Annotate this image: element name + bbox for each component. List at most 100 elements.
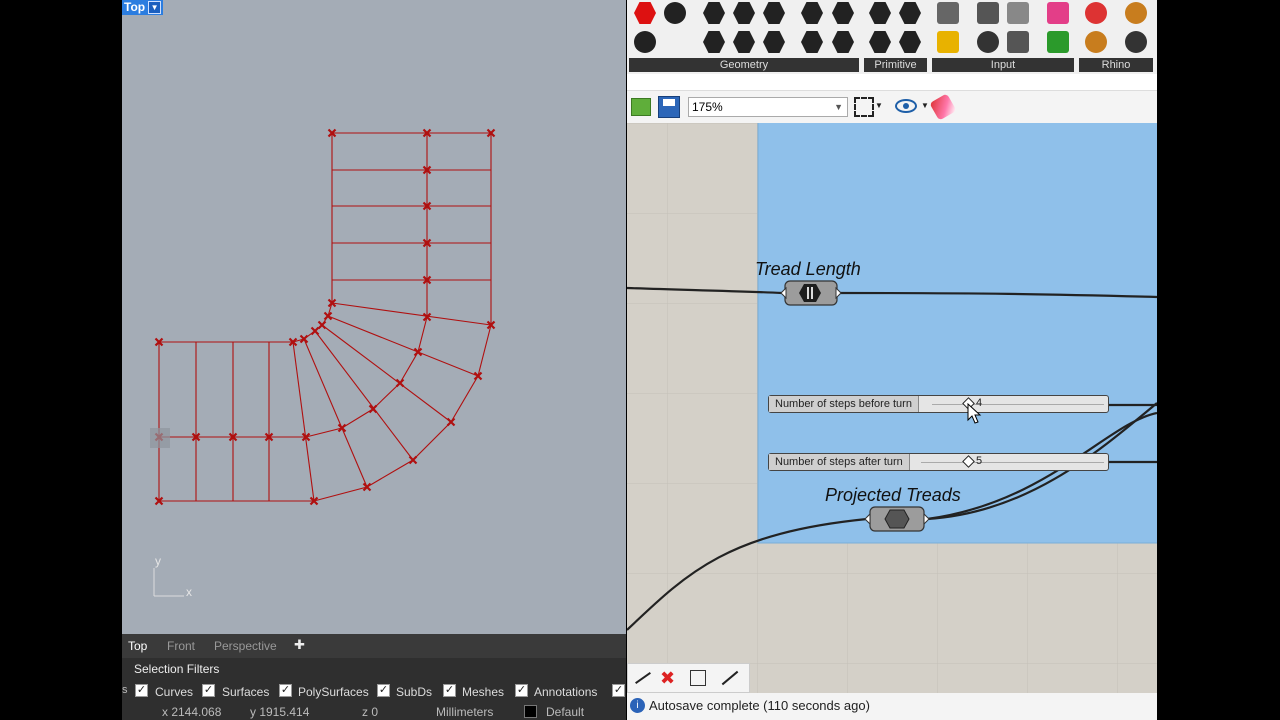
tread-length-component[interactable]	[780, 280, 842, 306]
preview-eye-icon[interactable]	[895, 99, 917, 113]
delete-icon[interactable]: ✖	[660, 668, 675, 688]
rhino-layer-icon[interactable]	[1125, 2, 1147, 24]
tab-top[interactable]: Top	[128, 639, 147, 653]
layer-label[interactable]: Default	[546, 705, 584, 719]
sketch-pen-icon[interactable]	[929, 93, 957, 121]
stair-curves	[158, 132, 492, 502]
info-icon: i	[630, 698, 645, 713]
control-point	[473, 371, 483, 381]
primitive-text-icon[interactable]	[899, 31, 921, 53]
autosave-text: Autosave complete (110 seconds ago)	[649, 698, 870, 713]
status-bar: x 2144.068 y 1915.414 z 0 Millimeters De…	[122, 702, 626, 720]
control-point	[395, 378, 405, 388]
geometry-field-icon[interactable]	[801, 31, 823, 53]
slider-before-label: Number of steps before turn	[769, 396, 919, 412]
geometry-curve-icon[interactable]	[763, 2, 785, 24]
axis-x-label: x	[186, 585, 192, 599]
filter-surfaces-checkbox[interactable]: ✓	[202, 684, 215, 697]
filter-more-checkbox[interactable]: ✓	[612, 684, 625, 697]
viewport-tabs: Top Front Perspective ✚	[122, 634, 626, 658]
control-point	[310, 326, 320, 336]
geometry-circle-icon[interactable]	[703, 2, 725, 24]
input-button-icon[interactable]	[977, 31, 999, 53]
input-graph-icon[interactable]	[937, 31, 959, 53]
primitive-number-icon[interactable]	[869, 31, 891, 53]
coord-x: x 2144.068	[162, 705, 222, 719]
geometry-vector-icon[interactable]	[664, 2, 686, 24]
filter-polysurfaces-label: PolySurfaces	[298, 685, 369, 699]
input-colour-icon[interactable]	[1047, 2, 1069, 24]
primitive-boolean-icon[interactable]	[869, 2, 891, 24]
selection-filters-row: s ✓ Curves ✓ Surfaces ✓ PolySurfaces ✓ S…	[122, 680, 626, 702]
panel-rhino[interactable]: Rhino	[1079, 58, 1153, 72]
control-points	[154, 128, 496, 506]
tab-perspective[interactable]: Perspective	[214, 639, 277, 653]
zoom-extents-icon[interactable]	[854, 97, 874, 117]
filter-curves-checkbox[interactable]: ✓	[135, 684, 148, 697]
tread-length-caption: Tread Length	[755, 259, 861, 279]
tab-front[interactable]: Front	[167, 639, 195, 653]
axis-y-label: y	[155, 554, 161, 568]
slider-after-value: 5	[976, 455, 983, 467]
grasshopper-canvas[interactable]: Tread Length Projected Treads Number of …	[627, 123, 1157, 693]
panel-input[interactable]: Input	[932, 58, 1074, 72]
filter-subds-checkbox[interactable]: ✓	[377, 684, 390, 697]
filter-meshes-checkbox[interactable]: ✓	[443, 684, 456, 697]
slider-steps-after-turn[interactable]: Number of steps after turn 5	[768, 453, 1109, 471]
input-matrix-icon[interactable]	[1047, 31, 1069, 53]
filter-scroll-left[interactable]: s	[122, 684, 128, 696]
save-file-icon[interactable]	[658, 96, 680, 118]
zoom-dropdown[interactable]: 175% ▼	[688, 97, 848, 117]
control-point	[317, 320, 327, 330]
control-point	[362, 482, 372, 492]
input-slider-icon[interactable]	[1007, 2, 1029, 24]
slider-after-grip[interactable]	[962, 455, 975, 468]
stair-geometry[interactable]: y x	[122, 0, 626, 634]
geometry-polyline-icon[interactable]	[733, 31, 755, 53]
draw-wire-icon[interactable]	[635, 672, 651, 684]
control-point	[323, 311, 333, 321]
rhino-top-viewport[interactable]: Top ▼ y x	[122, 0, 626, 634]
canvas-toolbar: 175% ▼ ▼ ▼	[627, 90, 1157, 124]
projected-treads-component[interactable]	[864, 506, 930, 532]
geometry-brep-icon[interactable]	[832, 2, 854, 24]
input-panel-icon[interactable]	[937, 2, 959, 24]
rhino-bake-icon[interactable]	[1085, 31, 1107, 53]
slider-steps-before-turn[interactable]: Number of steps before turn 4	[768, 395, 1109, 413]
primitive-integer-icon[interactable]	[899, 2, 921, 24]
open-file-icon[interactable]	[631, 98, 651, 116]
add-tab-icon[interactable]: ✚	[294, 637, 305, 653]
cluster-icon[interactable]	[690, 670, 706, 686]
filter-polysurfaces-checkbox[interactable]: ✓	[279, 684, 292, 697]
selection-filters-header: Selection Filters	[122, 658, 626, 680]
control-point	[446, 417, 456, 427]
filter-annotations-checkbox[interactable]: ✓	[515, 684, 528, 697]
layer-color-swatch[interactable]	[524, 705, 537, 718]
zoom-extents-chevron-icon[interactable]: ▼	[875, 101, 883, 110]
grasshopper-ribbon: Geometry Primitive Input Rhino	[627, 0, 1157, 74]
axis-indicator	[153, 568, 184, 597]
geometry-point-icon[interactable]	[634, 2, 656, 24]
projected-treads-caption: Projected Treads	[825, 485, 961, 505]
geometry-mesh-icon[interactable]	[763, 31, 785, 53]
panel-geometry[interactable]: Geometry	[629, 58, 859, 72]
zoom-chevron-down-icon[interactable]: ▼	[834, 98, 843, 116]
geometry-line-icon[interactable]	[703, 31, 725, 53]
geometry-arc-icon[interactable]	[733, 2, 755, 24]
units-label[interactable]: Millimeters	[436, 705, 493, 719]
filter-subds-label: SubDs	[396, 685, 433, 699]
control-point	[337, 423, 347, 433]
pen-icon[interactable]	[721, 670, 739, 686]
geometry-plane-icon[interactable]	[634, 31, 656, 53]
geometry-surface-icon[interactable]	[801, 2, 823, 24]
component-group[interactable]	[758, 123, 1157, 543]
mouse-cursor-icon	[967, 403, 982, 424]
input-list-icon[interactable]	[1007, 31, 1029, 53]
rhino-object-icon[interactable]	[1085, 2, 1107, 24]
preview-chevron-icon[interactable]: ▼	[921, 101, 929, 110]
geometry-group-icon[interactable]	[832, 31, 854, 53]
filter-surfaces-label: Surfaces	[222, 685, 270, 699]
panel-primitive[interactable]: Primitive	[864, 58, 927, 72]
input-toggle-icon[interactable]	[977, 2, 999, 24]
rhino-content-icon[interactable]	[1125, 31, 1147, 53]
